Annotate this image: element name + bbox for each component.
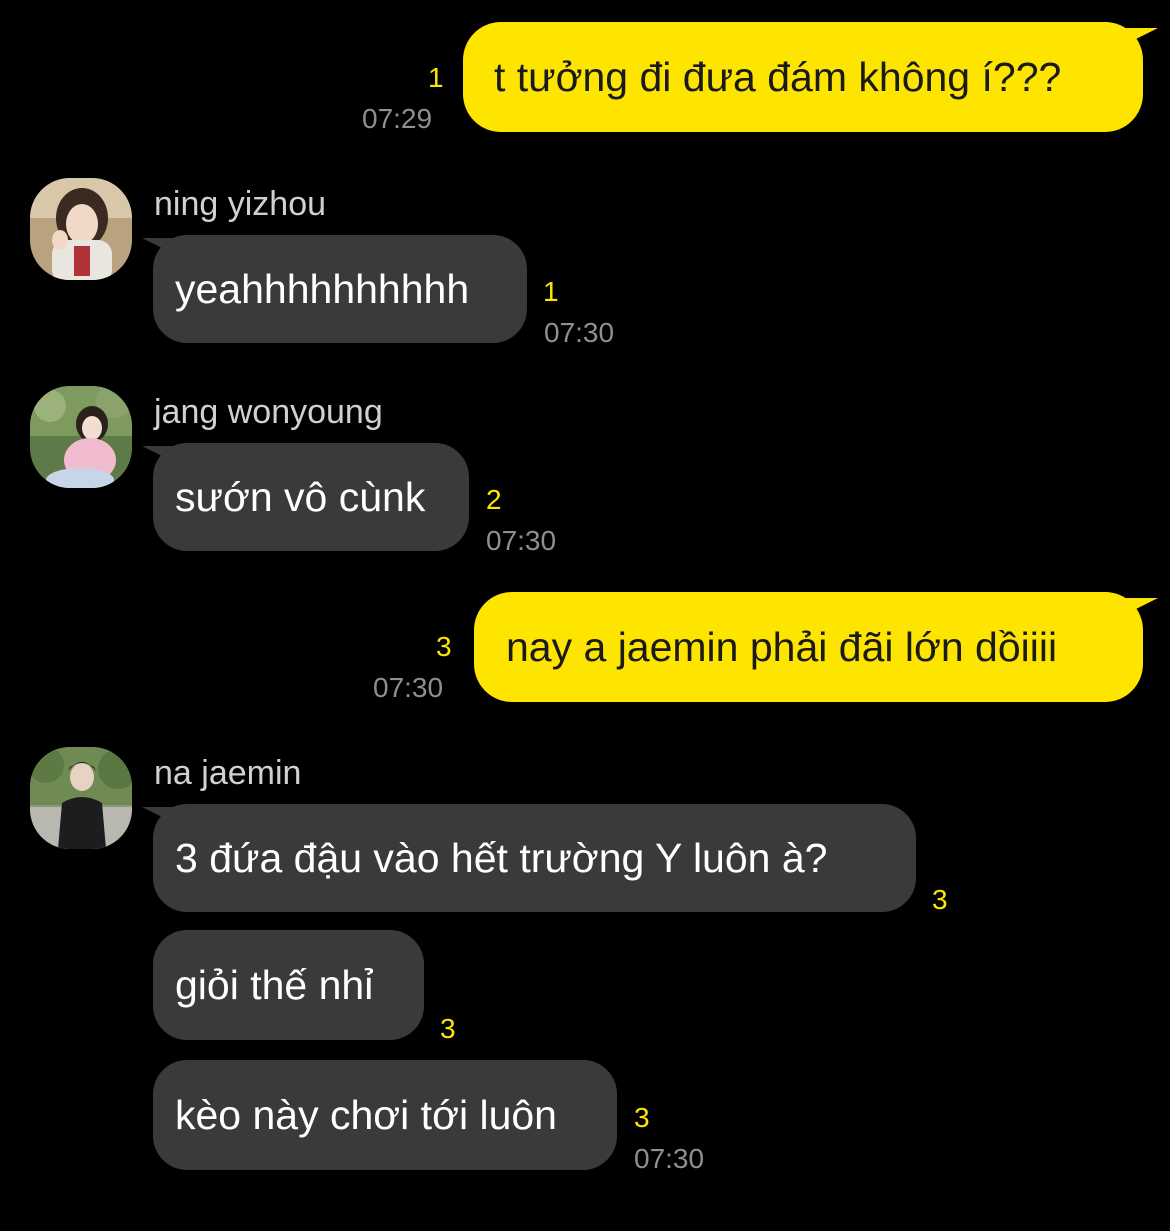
bubble-tail	[141, 807, 187, 829]
bubble-tail	[1113, 598, 1159, 620]
timestamp: 07:29	[362, 103, 433, 134]
outgoing-message-bubble[interactable]: nay a jaemin phải đãi lớn dồiiii	[474, 592, 1143, 702]
message-text: 3 đứa đậu vào hết trường Y luôn à?	[175, 834, 828, 881]
avatar-jang-wonyoung[interactable]	[30, 386, 132, 488]
unread-count: 1	[543, 276, 559, 307]
message-text: kèo này chơi tới luôn	[175, 1091, 557, 1138]
bubble-tail	[141, 238, 187, 260]
outgoing-message-bubble[interactable]: t tưởng đi đưa đám không í???	[463, 22, 1143, 132]
incoming-message-bubble[interactable]: sướn vô cùnk	[153, 443, 469, 551]
message-text: t tưởng đi đưa đám không í???	[494, 53, 1062, 100]
avatar-ning-yizhou[interactable]	[30, 178, 132, 280]
sender-name: na jaemin	[154, 754, 302, 792]
sender-name: jang wonyoung	[154, 393, 383, 431]
avatar-na-jaemin[interactable]	[30, 747, 132, 849]
bubble-tail	[141, 446, 187, 468]
unread-count: 3	[440, 1013, 456, 1044]
message-text: nay a jaemin phải đãi lớn dồiiii	[506, 623, 1058, 670]
incoming-message-bubble[interactable]: 3 đứa đậu vào hết trường Y luôn à?	[153, 804, 916, 912]
unread-count: 3	[436, 631, 452, 662]
timestamp: 07:30	[544, 317, 615, 348]
unread-count: 3	[634, 1102, 650, 1133]
message-text: yeahhhhhhhhhh	[175, 265, 470, 312]
timestamp: 07:30	[486, 525, 557, 556]
sender-name: ning yizhou	[154, 185, 327, 223]
incoming-message-bubble[interactable]: kèo này chơi tới luôn	[153, 1060, 617, 1170]
unread-count: 1	[428, 62, 444, 93]
message-text: sướn vô cùnk	[175, 473, 426, 520]
message-text: giỏi thế nhỉ	[175, 961, 374, 1008]
timestamp: 07:30	[373, 672, 444, 703]
bubble-tail	[1113, 28, 1159, 50]
unread-count: 2	[486, 484, 502, 515]
incoming-message-bubble[interactable]: giỏi thế nhỉ	[153, 930, 424, 1040]
unread-count: 3	[932, 884, 948, 915]
incoming-message-bubble[interactable]: yeahhhhhhhhhh	[153, 235, 527, 343]
timestamp: 07:30	[634, 1143, 705, 1174]
